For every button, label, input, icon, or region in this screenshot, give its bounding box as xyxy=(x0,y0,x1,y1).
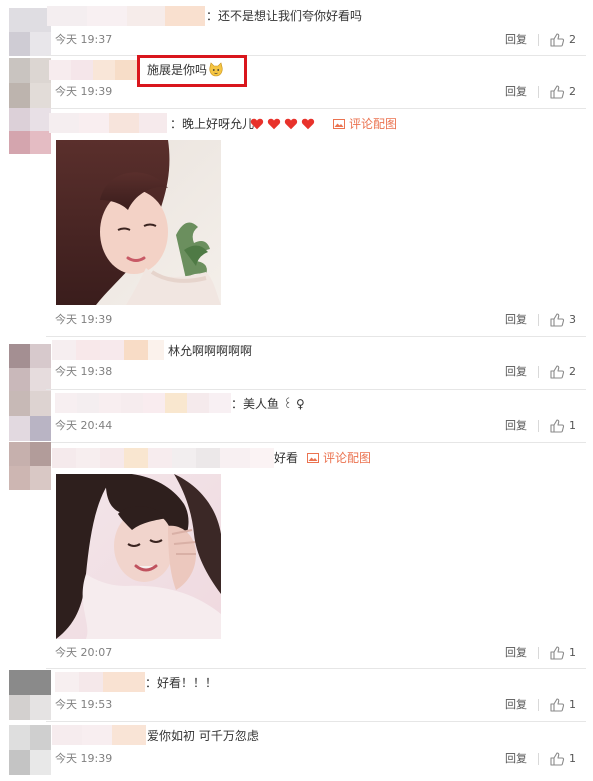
comment-time: 今天 20:44 xyxy=(55,419,113,432)
action-separator xyxy=(538,314,539,326)
avatar[interactable] xyxy=(9,725,51,775)
comment-time: 今天 20:07 xyxy=(55,646,113,659)
like-count: 1 xyxy=(569,646,576,659)
like-count: 1 xyxy=(569,752,576,765)
heart-icon xyxy=(301,118,315,130)
heart-icon xyxy=(284,118,298,130)
comment-text: ：美人鱼 ꒰ ♀ xyxy=(231,397,305,411)
thumbs-up-icon xyxy=(550,419,565,433)
thumbs-up-icon xyxy=(550,646,565,660)
reply-button[interactable]: 回复 xyxy=(505,85,527,99)
comment-time: 今天 19:37 xyxy=(55,33,113,46)
picture-icon xyxy=(307,453,319,463)
picture-icon xyxy=(333,119,345,129)
username-masked[interactable] xyxy=(52,448,274,468)
action-separator xyxy=(538,34,539,46)
reply-button[interactable]: 回复 xyxy=(505,33,527,47)
comment-image-link[interactable]: 评论配图 xyxy=(333,116,413,132)
comment-time: 今天 19:53 xyxy=(55,698,113,711)
comment-list: ：还不是想让我们夸你好看吗 今天 19:37 回复 2 施展是你吗 今天 19:… xyxy=(0,0,593,781)
like-button[interactable]: 1 xyxy=(549,645,579,661)
like-button[interactable]: 1 xyxy=(549,697,579,713)
like-count: 1 xyxy=(569,698,576,711)
avatar[interactable] xyxy=(9,8,51,56)
action-separator xyxy=(538,699,539,711)
cat-face-emoji xyxy=(209,62,223,77)
comment-item: ：还不是想让我们夸你好看吗 今天 19:37 回复 2 xyxy=(0,0,593,56)
comment-item: 林允啊啊啊啊啊 今天 19:38 回复 2 xyxy=(0,336,593,392)
avatar[interactable] xyxy=(9,344,51,392)
heart-icon xyxy=(267,118,281,130)
reply-button[interactable]: 回复 xyxy=(505,313,527,327)
avatar[interactable] xyxy=(9,108,51,154)
username-masked[interactable] xyxy=(52,340,164,360)
reply-button[interactable]: 回复 xyxy=(505,752,527,766)
portrait-photo xyxy=(56,474,221,639)
comment-item: 施展是你吗 今天 19:39 回复 2 xyxy=(0,55,593,108)
like-count: 2 xyxy=(569,85,576,98)
thumbs-up-icon xyxy=(550,313,565,327)
comment-item: 爱你如初 可千万忽虑 今天 19:39 回复 1 xyxy=(0,721,593,781)
username-masked[interactable] xyxy=(49,60,137,80)
comment-text: ：还不是想让我们夸你好看吗 xyxy=(206,9,363,23)
like-count: 3 xyxy=(569,313,576,326)
comment-item: ：晚上好呀允儿 评论配图 今天 19:39 回复 3 xyxy=(0,108,593,336)
like-button[interactable]: 2 xyxy=(549,32,579,48)
comment-image-label: 评论配图 xyxy=(349,117,398,131)
action-separator xyxy=(538,420,539,432)
thumbs-up-icon xyxy=(550,698,565,712)
comment-item: 好看 评论配图 今天 20:07 回复 1 xyxy=(0,442,593,668)
heart-icon xyxy=(250,118,264,130)
comment-time: 今天 19:39 xyxy=(55,313,113,326)
thumbs-up-icon xyxy=(550,365,565,379)
reply-button[interactable]: 回复 xyxy=(505,698,527,712)
like-button[interactable]: 1 xyxy=(549,418,579,434)
reply-button[interactable]: 回复 xyxy=(505,419,527,433)
comment-text: 爱你如初 可千万忽虑 xyxy=(147,729,259,743)
action-separator xyxy=(538,86,539,98)
action-separator xyxy=(538,366,539,378)
like-count: 2 xyxy=(569,33,576,46)
comment-item: ：美人鱼 ꒰ ♀ 今天 20:44 回复 1 xyxy=(0,389,593,442)
like-count: 2 xyxy=(569,365,576,378)
avatar[interactable] xyxy=(9,58,51,108)
reply-button[interactable]: 回复 xyxy=(505,365,527,379)
avatar[interactable] xyxy=(9,670,51,720)
thumbs-up-icon xyxy=(550,85,565,99)
comment-time: 今天 19:39 xyxy=(55,85,113,98)
like-button[interactable]: 2 xyxy=(549,84,579,100)
comment-time: 今天 19:38 xyxy=(55,365,113,378)
comment-text: 林允啊啊啊啊啊 xyxy=(168,344,253,358)
like-button[interactable]: 3 xyxy=(549,312,579,328)
comment-text: ：好看！！！ xyxy=(145,676,218,690)
username-masked[interactable] xyxy=(52,725,146,745)
action-separator xyxy=(538,753,539,765)
reply-button[interactable]: 回复 xyxy=(505,646,527,660)
comment-image[interactable] xyxy=(56,140,221,305)
comment-item: ：好看！！！ 今天 19:53 回复 1 xyxy=(0,668,593,721)
comment-text: ：晚上好呀允儿 xyxy=(170,117,255,131)
avatar[interactable] xyxy=(9,391,51,441)
username-masked[interactable] xyxy=(47,6,205,26)
comment-image-label: 评论配图 xyxy=(323,451,372,465)
comment-image[interactable] xyxy=(56,474,221,639)
action-separator xyxy=(538,647,539,659)
comment-time: 今天 19:39 xyxy=(55,752,113,765)
thumbs-up-icon xyxy=(550,752,565,766)
thumbs-up-icon xyxy=(550,33,565,47)
portrait-photo xyxy=(56,140,221,305)
comment-text: 好看 xyxy=(274,451,299,465)
username-masked[interactable] xyxy=(55,672,145,692)
comment-image-link[interactable]: 评论配图 xyxy=(307,450,387,466)
comment-text: 施展是你吗 xyxy=(147,63,208,77)
username-masked[interactable] xyxy=(49,113,167,133)
like-button[interactable]: 1 xyxy=(549,751,579,767)
like-button[interactable]: 2 xyxy=(549,364,579,380)
heart-emojis xyxy=(250,116,322,132)
avatar[interactable] xyxy=(9,442,51,490)
username-masked[interactable] xyxy=(55,393,231,413)
like-count: 1 xyxy=(569,419,576,432)
